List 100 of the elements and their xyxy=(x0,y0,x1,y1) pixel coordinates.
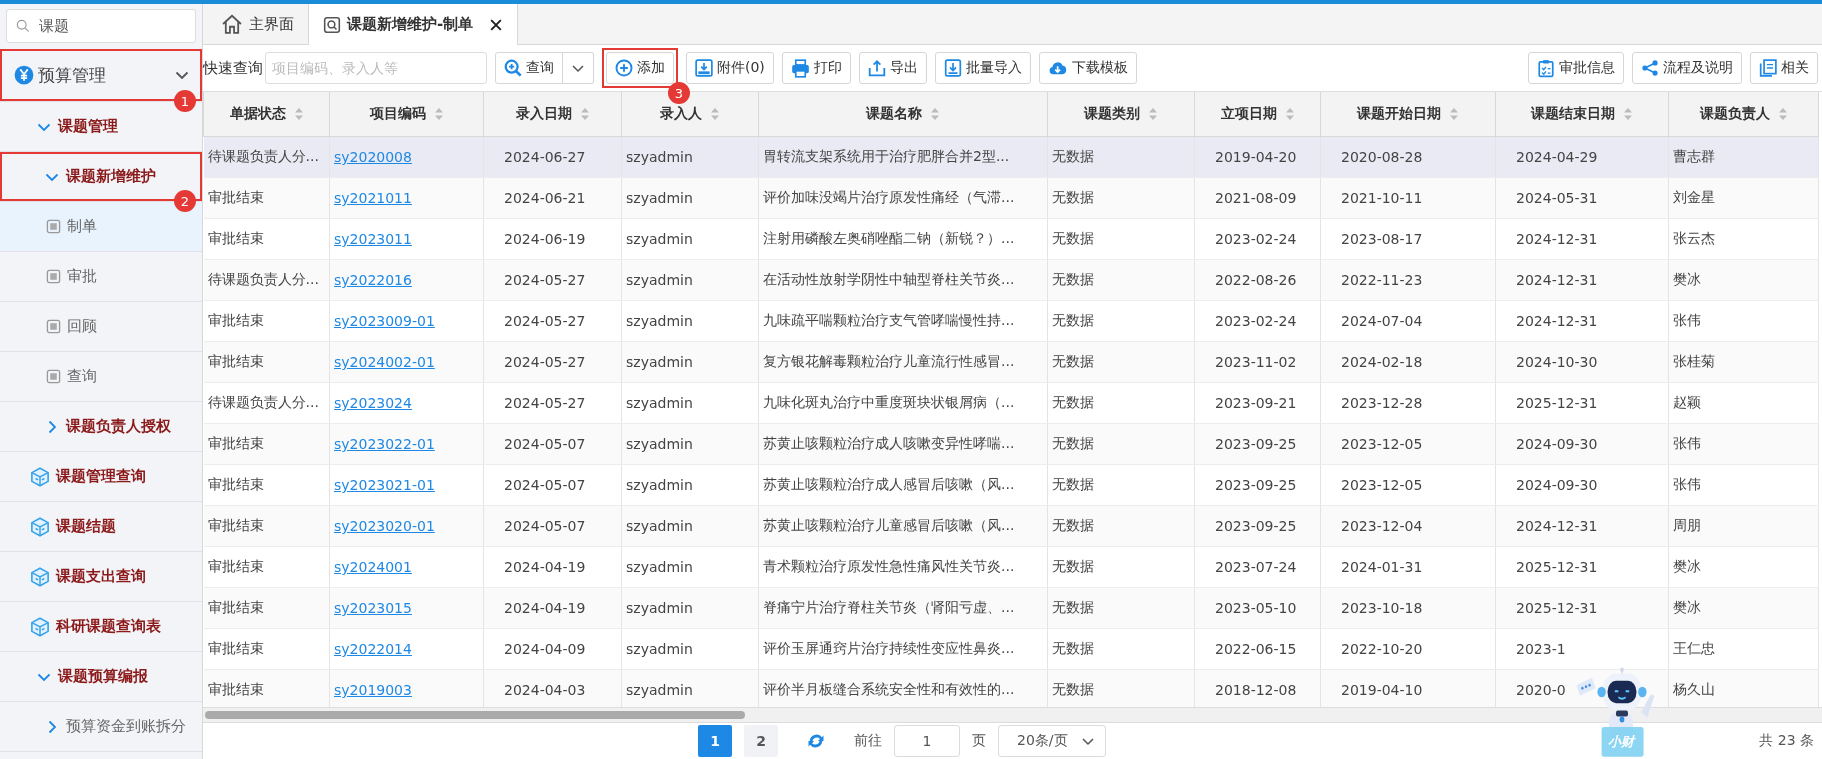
sidebar-item[interactable]: 查询 xyxy=(0,352,202,402)
search-button[interactable]: 查询 xyxy=(495,52,563,84)
table-row[interactable]: 审批结束 sy2023021-01 2024-05-07 szyadmin 苏黄止咳颗粒治疗成人感冒后咳嗽（风... 无数据 2023-09-25 2023-12-05 2024-09-30 张伟 xyxy=(203,464,1819,506)
project-code-link[interactable]: sy2022016 xyxy=(334,272,412,288)
sort-icon xyxy=(293,106,304,122)
print-button[interactable]: 打印 xyxy=(781,52,851,84)
table-row[interactable]: 审批结束 sy2023011 2024-06-19 szyadmin 注射用磷酸左奥硝唑酯二钠（新锐？）... 无数据 2023-02-24 2023-08-17 2024-12-31 张云杰 xyxy=(203,218,1819,260)
sidebar-item[interactable]: 预算资金到账拆分 xyxy=(0,702,202,752)
table-cell: 审批结束 xyxy=(203,218,330,260)
table-cell: 胃转流支架系统用于治疗肥胖合并2型... xyxy=(758,136,1048,178)
import-button[interactable]: 批量导入 xyxy=(934,52,1031,84)
project-code-link[interactable]: sy2023024 xyxy=(334,395,412,411)
upload-icon xyxy=(867,59,886,77)
yen-icon xyxy=(14,65,34,85)
table-row[interactable]: 审批结束 sy2023020-01 2024-05-07 szyadmin 苏黄止咳颗粒治疗儿童感冒后咳嗽（风... 无数据 2023-09-25 2023-12-04 2024-12-31 周朋 xyxy=(203,505,1819,547)
table-cell: szyadmin xyxy=(621,628,759,670)
page-size-select[interactable]: 20条/页 xyxy=(998,725,1106,757)
callout-badge: 2 xyxy=(174,190,196,212)
add-button[interactable]: 添加 xyxy=(606,52,674,84)
process-button[interactable]: 流程及说明 xyxy=(1632,52,1742,84)
table-cell: szyadmin xyxy=(621,505,759,547)
table-cell: szyadmin xyxy=(621,587,759,629)
column-header[interactable]: 课题结束日期 xyxy=(1495,92,1669,137)
page-unit-label: 页 xyxy=(972,732,986,750)
project-code-link[interactable]: sy2021011 xyxy=(334,190,412,206)
column-header[interactable]: 录入日期 xyxy=(483,92,622,137)
table-row[interactable]: 待课题负责人分... sy2022016 2024-05-27 szyadmin 在活动性放射学阴性中轴型脊柱关节炎... 无数据 2022-08-26 2022-11-23 2024-12-31 樊冰 xyxy=(203,259,1819,301)
tab[interactable]: 课题新增维护-制单 xyxy=(309,4,519,45)
table-row[interactable]: 待课题负责人分... sy2020008 2024-06-27 szyadmin 胃转流支架系统用于治疗肥胖合并2型... 无数据 2019-04-20 2020-08-28 2024-04-29 曹志群 xyxy=(203,136,1819,178)
column-header[interactable]: 课题类别 xyxy=(1047,92,1195,137)
printer-icon xyxy=(790,58,810,78)
home-icon xyxy=(221,13,243,35)
table-cell: 2020-08-28 xyxy=(1320,136,1496,178)
search-field[interactable]: 项目编码、录入人等 xyxy=(265,52,487,84)
table-cell: 2024-04-09 xyxy=(483,628,622,670)
table-row[interactable]: 审批结束 sy2024001 2024-04-19 szyadmin 青术颗粒治疗原发性急性痛风性关节炎... 无数据 2023-07-24 2024-01-31 2025-12-31 樊冰 xyxy=(203,546,1819,588)
column-header[interactable]: 项目编码 xyxy=(329,92,484,137)
table-cell: 审批结束 xyxy=(203,546,330,588)
share-nodes-icon xyxy=(1641,59,1659,77)
approval-info-button[interactable]: 审批信息 xyxy=(1528,52,1624,84)
table-cell: szyadmin xyxy=(621,218,759,260)
sidebar-item[interactable]: 审批 xyxy=(0,252,202,302)
total-count: 共 23 条 xyxy=(1759,732,1814,750)
table-row[interactable]: 审批结束 sy2023009-01 2024-05-27 szyadmin 九味疏平喘颗粒治疗支气管哮喘慢性持... 无数据 2023-02-24 2024-07-04 2024-12-31 张伟 xyxy=(203,300,1819,342)
column-header[interactable]: 课题名称 xyxy=(758,92,1048,137)
table-cell: 张伟 xyxy=(1668,464,1819,506)
project-code-link[interactable]: sy2023021-01 xyxy=(334,477,435,493)
table-row[interactable]: 审批结束 sy2021011 2024-06-21 szyadmin 评价加味没竭片治疗原发性痛经（气滞... 无数据 2021-08-09 2021-10-11 2024-05-31 刘金星 xyxy=(203,177,1819,219)
table-row[interactable]: 审批结束 sy2023022-01 2024-05-07 szyadmin 苏黄止咳颗粒治疗成人咳嗽变异性哮喘... 无数据 2023-09-25 2023-12-05 2024-09-30 张伟 xyxy=(203,423,1819,465)
callout-badge: 3 xyxy=(668,82,690,104)
table-cell: 青术颗粒治疗原发性急性痛风性关节炎... xyxy=(758,546,1048,588)
table-row[interactable]: 审批结束 sy2023015 2024-04-19 szyadmin 脊痛宁片治疗脊柱关节炎（肾阳亏虚、... 无数据 2023-05-10 2023-10-18 2025-12-31 樊冰 xyxy=(203,587,1819,629)
table-cell: 2023-07-24 xyxy=(1194,546,1321,588)
column-header[interactable]: 课题负责人 xyxy=(1668,92,1819,137)
attachment-button[interactable]: 附件(0) xyxy=(686,52,774,84)
table-cell: 2024-06-19 xyxy=(483,218,622,260)
sidebar-item[interactable]: 课题预算编报 xyxy=(0,652,202,702)
project-code-link[interactable]: sy2023011 xyxy=(334,231,412,247)
sidebar-item[interactable]: 课题支出查询 xyxy=(0,552,202,602)
page-input[interactable]: 1 xyxy=(894,725,960,757)
related-button[interactable]: 相关 xyxy=(1750,52,1818,84)
table-row[interactable]: 待课题负责人分... sy2023024 2024-05-27 szyadmin 九味化斑丸治疗中重度斑块状银屑病（... 无数据 2023-09-21 2023-12-28 2025-12-31 赵颖 xyxy=(203,382,1819,424)
table-cell: 无数据 xyxy=(1047,177,1195,219)
column-header[interactable]: 课题开始日期 xyxy=(1320,92,1496,137)
table-cell: 注射用磷酸左奥硝唑酯二钠（新锐？）... xyxy=(758,218,1048,260)
sidebar-item[interactable]: 回顾 xyxy=(0,302,202,352)
download-template-button[interactable]: 下载模板 xyxy=(1038,52,1137,84)
horizontal-scrollbar[interactable] xyxy=(203,707,1822,723)
table-cell: szyadmin xyxy=(621,546,759,588)
project-code-link[interactable]: sy2022014 xyxy=(334,641,412,657)
sidebar-item[interactable]: 课题负责人授权 xyxy=(0,402,202,452)
project-code-link[interactable]: sy2024001 xyxy=(334,559,412,575)
table-row[interactable]: 审批结束 sy2024002-01 2024-05-27 szyadmin 复方银花解毒颗粒治疗儿童流行性感冒... 无数据 2023-11-02 2024-02-18 2024-10-30 张桂菊 xyxy=(203,341,1819,383)
cube-icon xyxy=(30,616,50,637)
clipboard-check-icon xyxy=(1537,58,1555,78)
sidebar-item[interactable]: 课题管理查询 xyxy=(0,452,202,502)
project-code-link[interactable]: sy2023015 xyxy=(334,600,412,616)
table-cell: 王仁忠 xyxy=(1668,628,1819,670)
table-cell: 2024-05-31 xyxy=(1495,177,1669,219)
column-header[interactable]: 立项日期 xyxy=(1194,92,1321,137)
table-row[interactable]: 审批结束 sy2022014 2024-04-09 szyadmin 评价玉屏通窍片治疗持续性变应性鼻炎... 无数据 2022-06-15 2022-10-20 2023-1 王仁忠 xyxy=(203,628,1819,670)
table-cell: 2023-12-28 xyxy=(1320,382,1496,424)
table-cell: 审批结束 xyxy=(203,300,330,342)
table-cell: 2024-05-27 xyxy=(483,259,622,301)
table-cell: 2024-07-04 xyxy=(1320,300,1496,342)
column-header[interactable]: 单据状态 xyxy=(203,92,330,137)
table-cell: 杨久山 xyxy=(1668,669,1819,707)
sidebar-item[interactable]: 课题结题 xyxy=(0,502,202,552)
table-cell: 2024-10-30 xyxy=(1495,341,1669,383)
search-field[interactable]: 课题 xyxy=(6,9,196,43)
sidebar-item[interactable]: 科研课题查询表 xyxy=(0,602,202,652)
project-code-link[interactable]: sy2023009-01 xyxy=(334,313,435,329)
export-button[interactable]: 导出 xyxy=(858,52,927,84)
table-cell: 2024-05-07 xyxy=(483,423,622,465)
page-button[interactable]: 1 xyxy=(698,725,732,757)
page-button[interactable]: 2 xyxy=(744,725,778,757)
table-cell: 无数据 xyxy=(1047,341,1195,383)
table-cell: 2022-11-23 xyxy=(1320,259,1496,301)
sort-icon xyxy=(1449,106,1459,122)
dropdown-button[interactable] xyxy=(563,52,594,84)
